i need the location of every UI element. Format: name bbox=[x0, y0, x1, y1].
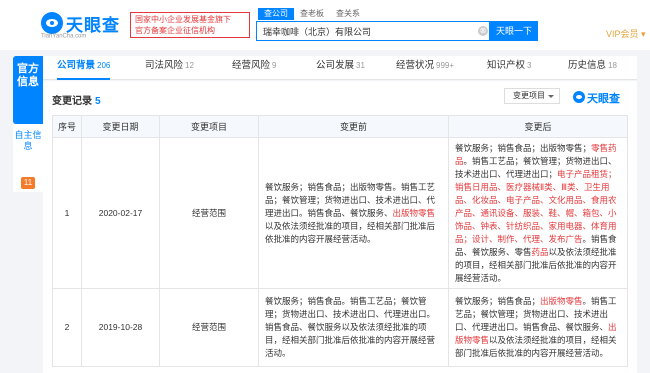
cell-date: 2020-02-17 bbox=[81, 137, 160, 289]
cell-date: 2019-10-28 bbox=[81, 288, 160, 367]
col-header-index: 序号 bbox=[52, 115, 82, 138]
change-item-filter[interactable]: 变更项目 bbox=[504, 88, 560, 104]
tab-count: 999+ bbox=[436, 61, 455, 70]
cell-after: 餐饮服务；销售食品；出版物零售。销售工艺品；餐饮管理；货物进出口、技术进出口、代… bbox=[448, 288, 628, 367]
tab-count: 3 bbox=[527, 61, 532, 70]
tab-business-risk[interactable]: 经营风险 9 bbox=[232, 56, 276, 80]
search-box: ⊗ bbox=[256, 21, 490, 41]
tab-history-info[interactable]: 历史信息 18 bbox=[568, 56, 617, 80]
text-segment: 餐饮服务；销售食品；出版物零售； bbox=[455, 142, 592, 153]
table-header-row: 序号 变更日期 变更项目 变更前 变更后 bbox=[52, 115, 628, 138]
tab-label: 公司发展 bbox=[316, 60, 355, 71]
col-header-before: 变更前 bbox=[258, 115, 449, 138]
cell-index: 1 bbox=[52, 137, 82, 289]
tab-judicial-risk[interactable]: 司法风险 12 bbox=[145, 56, 194, 80]
tab-label: 公司背景 bbox=[57, 60, 96, 71]
tab-label: 司法风险 bbox=[145, 60, 184, 71]
cell-index: 2 bbox=[52, 288, 82, 367]
badge-line-2: 官方备案企业征信机构 bbox=[135, 26, 215, 35]
tab-intellectual-property[interactable]: 知识产权 3 bbox=[487, 56, 531, 80]
tab-count: 31 bbox=[356, 61, 365, 70]
watermark-logo: 天眼查 bbox=[573, 89, 631, 105]
text-segment: 以及依法须经批准的项目，经相关部门批准后依批准的内容开展经营活动。 bbox=[265, 220, 436, 244]
cell-after: 餐饮服务；销售食品；出版物零售；零售药品。销售工艺品；餐饮管理；货物进出口、技术… bbox=[448, 137, 628, 289]
cell-before: 餐饮服务；销售食品；出版物零售。销售工艺品；餐饮管理；货物进出口、技术进出口、代… bbox=[258, 137, 449, 289]
tianyancha-logo[interactable]: 天眼查 TianYanCha.com bbox=[41, 10, 119, 40]
watermark-text: 天眼查 bbox=[587, 93, 620, 105]
logo-subtitle: TianYanCha.com bbox=[41, 33, 87, 39]
highlight-segment: 出版物零售 bbox=[540, 296, 583, 306]
sidebar-official-info[interactable]: 官方信息 bbox=[13, 56, 43, 124]
col-header-date: 变更日期 bbox=[81, 115, 160, 138]
section-count: 5 bbox=[95, 96, 101, 107]
section-title: 变更记录 5 bbox=[52, 92, 101, 107]
cell-before: 餐饮服务；销售食品。销售工艺品；餐饮管理；货物进出口、技术进出口、代理进出口。销… bbox=[258, 288, 449, 367]
tab-label: 历史信息 bbox=[568, 60, 607, 71]
tab-company-development[interactable]: 公司发展 31 bbox=[316, 56, 365, 80]
badge-line-1: 国家中小企业发展基金旗下 bbox=[135, 15, 231, 24]
official-badge[interactable]: 国家中小企业发展基金旗下 官方备案企业征信机构 bbox=[130, 12, 250, 38]
sidebar-official-label: 官方信息 bbox=[17, 63, 39, 88]
cell-item: 经营范围 bbox=[159, 288, 259, 367]
col-header-item: 变更项目 bbox=[159, 115, 259, 138]
tab-count: 18 bbox=[608, 61, 617, 70]
tab-relation[interactable]: 查关系 bbox=[330, 8, 366, 20]
change-records-table: 序号 变更日期 变更项目 变更前 变更后 1 2020-02-17 经营范围 餐… bbox=[52, 115, 628, 367]
clear-icon[interactable]: ⊗ bbox=[478, 26, 488, 36]
col-header-after: 变更后 bbox=[448, 115, 628, 138]
section-title-text: 变更记录 bbox=[52, 96, 92, 107]
sidebar-self-count-badge: 11 bbox=[21, 177, 35, 189]
category-tabs: 公司背景 206 司法风险 12 经营风险 9 公司发展 31 经营状况 999+ 知识产… bbox=[43, 56, 637, 80]
sidebar-self-info[interactable]: 自主信息 11 bbox=[13, 124, 43, 192]
text-segment: 餐饮服务；销售食品； bbox=[455, 296, 541, 306]
table-row: 2 2019-10-28 经营范围 餐饮服务；销售食品。销售工艺品；餐饮管理；货… bbox=[52, 288, 628, 367]
text-segment: 餐饮服务；销售食品。销售工艺品；餐饮管理；货物进出口、技术进出口、代理进出口。销… bbox=[265, 296, 436, 358]
tab-label: 经营风险 bbox=[232, 60, 271, 71]
tab-label: 知识产权 bbox=[487, 60, 526, 71]
top-header: 天眼查 TianYanCha.com 国家中小企业发展基金旗下 官方备案企业征信… bbox=[0, 0, 650, 50]
vip-menu[interactable]: VIP会员 ▾ bbox=[606, 27, 646, 40]
highlight-segment: 电子产品租赁；销售日用品、医疗器械Ⅱ类、Ⅲ类、卫生用品、化妆品、电子产品、文化用… bbox=[455, 168, 617, 244]
tab-count: 206 bbox=[97, 61, 111, 70]
filter-label: 变更项目 bbox=[513, 91, 545, 100]
tab-company[interactable]: 查公司 bbox=[258, 8, 294, 20]
tab-count: 12 bbox=[185, 61, 194, 70]
highlight-segment: 药品 bbox=[531, 246, 549, 257]
change-records-panel: 变更记录 5 变更项目 天眼查 序号 变更日期 变更项目 变更前 变更后 1 20… bbox=[43, 81, 637, 373]
eye-logo-icon bbox=[573, 91, 585, 103]
eye-logo-icon bbox=[41, 12, 63, 34]
search-button[interactable]: 天眼一下 bbox=[490, 21, 538, 41]
highlight-segment: 出版物零售 bbox=[392, 207, 436, 218]
tab-count: 9 bbox=[272, 61, 277, 70]
tab-boss[interactable]: 查老板 bbox=[294, 8, 330, 20]
chevron-down-icon bbox=[548, 95, 554, 98]
tab-label: 经营状况 bbox=[396, 60, 435, 71]
sidebar-self-label: 自主信息 bbox=[14, 130, 42, 151]
table-row: 1 2020-02-17 经营范围 餐饮服务；销售食品；出版物零售。销售工艺品；… bbox=[52, 137, 628, 289]
tab-business-status[interactable]: 经营状况 999+ bbox=[396, 56, 454, 80]
tab-company-background[interactable]: 公司背景 206 bbox=[57, 56, 111, 80]
cell-item: 经营范围 bbox=[159, 137, 259, 289]
search-type-tabs: 查公司 查老板 查关系 bbox=[258, 8, 366, 20]
search-input[interactable] bbox=[257, 22, 467, 40]
